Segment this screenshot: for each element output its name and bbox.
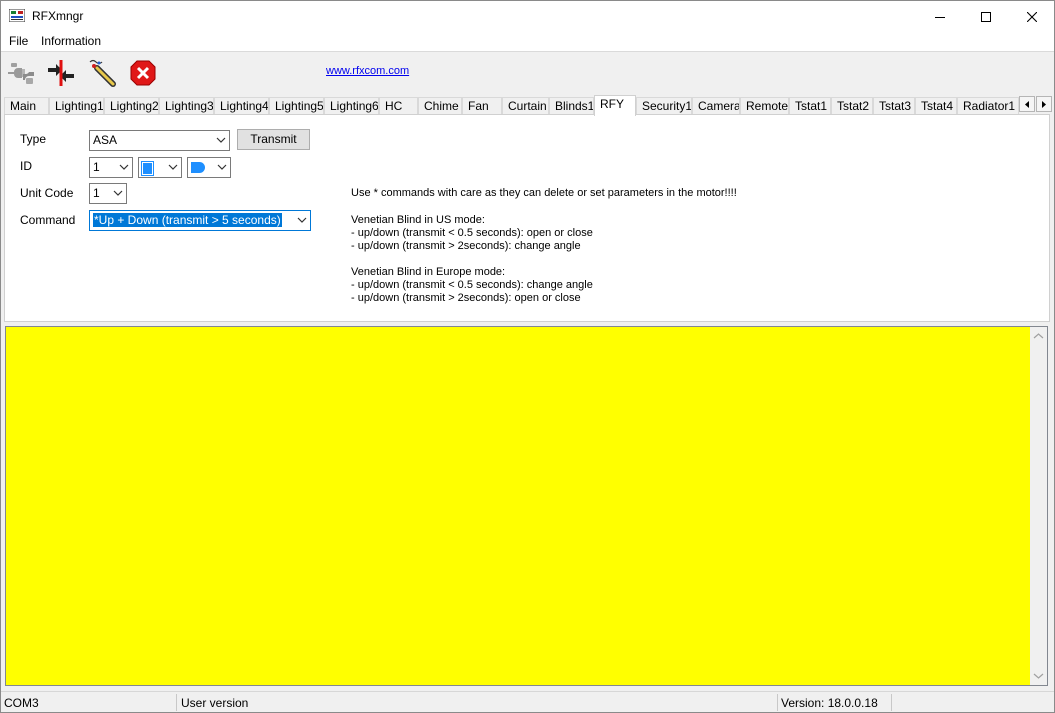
minimize-icon: [935, 16, 945, 18]
id2-select[interactable]: [138, 157, 182, 178]
toolbar: www.rfxcom.com: [1, 52, 1054, 94]
unit-code-label: Unit Code: [20, 186, 74, 200]
maximize-button[interactable]: [963, 1, 1009, 32]
stop-icon[interactable]: [128, 58, 158, 88]
rfy-tab-page: Type ASA Transmit ID 1 Unit Code 1 Comma…: [4, 114, 1050, 322]
tab-radiator1[interactable]: Radiator1: [957, 97, 1019, 115]
id-label: ID: [20, 159, 32, 173]
tab-chime[interactable]: Chime: [418, 97, 462, 115]
eu-mode-line2: - up/down (transmit > 2seconds): open or…: [351, 292, 581, 304]
tab-remote[interactable]: Remote: [740, 97, 789, 115]
menu-bar: File Information: [1, 32, 1054, 51]
tab-tstat4[interactable]: Tstat4: [915, 97, 957, 115]
disconnect-icon[interactable]: [46, 58, 76, 88]
tab-lighting1[interactable]: Lighting1: [49, 97, 104, 115]
log-textarea[interactable]: [5, 326, 1048, 686]
close-icon: [1027, 11, 1037, 22]
chevron-down-icon: [168, 164, 178, 170]
title-bar: RFXmngr: [1, 1, 1054, 32]
chevron-down-icon: [119, 164, 129, 170]
tab-lighting3[interactable]: Lighting3: [159, 97, 214, 115]
status-divider: [176, 694, 177, 711]
debug-icon[interactable]: [87, 58, 117, 88]
tab-curtain[interactable]: Curtain: [502, 97, 549, 115]
tab-tstat3[interactable]: Tstat3: [873, 97, 915, 115]
tab-fan[interactable]: Fan: [462, 97, 502, 115]
type-label: Type: [20, 132, 47, 146]
log-scrollbar[interactable]: [1030, 327, 1047, 685]
scroll-down-icon[interactable]: [1033, 670, 1044, 681]
maximize-icon: [981, 11, 991, 22]
app-icon: [9, 9, 25, 22]
command-label: Command: [20, 213, 76, 227]
id1-select[interactable]: 1: [89, 157, 133, 178]
type-select-value: ASA: [93, 133, 118, 147]
id1-select-value: 1: [93, 160, 100, 174]
eu-mode-line1: - up/down (transmit < 0.5 seconds): chan…: [351, 279, 593, 291]
status-port: COM3: [4, 696, 39, 710]
transmit-button[interactable]: Transmit: [237, 129, 310, 150]
id3-select[interactable]: [187, 157, 231, 178]
tab-lighting5[interactable]: Lighting5: [269, 97, 324, 115]
tab-camera[interactable]: Camera: [692, 97, 740, 115]
scroll-up-icon[interactable]: [1033, 331, 1044, 342]
minimize-button[interactable]: [917, 1, 963, 32]
type-select[interactable]: ASA: [89, 130, 230, 151]
tab-scroll-left-button[interactable]: [1019, 96, 1035, 112]
status-divider: [777, 694, 778, 711]
tab-scroll-right-button[interactable]: [1036, 96, 1052, 112]
command-select[interactable]: *Up + Down (transmit > 5 seconds): [89, 210, 311, 231]
id3-color-swatch: [191, 162, 205, 173]
tab-strip: Main Lighting1 Lighting2 Lighting3 Light…: [4, 95, 1054, 116]
tab-rfy[interactable]: RFY: [594, 95, 636, 116]
status-divider: [891, 694, 892, 711]
connect-icon[interactable]: [6, 58, 36, 88]
command-select-value: *Up + Down (transmit > 5 seconds): [93, 213, 282, 227]
close-button[interactable]: [1009, 1, 1054, 32]
us-mode-title: Venetian Blind in US mode:: [351, 214, 485, 226]
status-mode: User version: [181, 696, 249, 710]
tab-security1[interactable]: Security1: [636, 97, 692, 115]
tab-tstat1[interactable]: Tstat1: [789, 97, 831, 115]
window-title: RFXmngr: [32, 9, 84, 23]
tab-lighting6[interactable]: Lighting6: [324, 97, 379, 115]
chevron-down-icon: [216, 137, 226, 143]
tab-lighting4[interactable]: Lighting4: [214, 97, 269, 115]
arrow-right-icon: [1042, 100, 1046, 108]
tab-hc[interactable]: HC: [379, 97, 418, 115]
tab-blinds1[interactable]: Blinds1: [549, 97, 594, 115]
eu-mode-title: Venetian Blind in Europe mode:: [351, 266, 506, 278]
id2-color-swatch: [141, 161, 154, 176]
status-bar: COM3 User version Version: 18.0.0.18: [1, 691, 1054, 712]
rfxcom-link[interactable]: www.rfxcom.com: [326, 65, 409, 77]
chevron-down-icon: [113, 190, 123, 196]
app-window: RFXmngr File Information www.rfxcom.com …: [0, 0, 1055, 713]
status-version: Version: 18.0.0.18: [781, 696, 878, 710]
us-mode-line2: - up/down (transmit > 2seconds): change …: [351, 240, 581, 252]
arrow-left-icon: [1025, 100, 1029, 108]
tab-tstat2[interactable]: Tstat2: [831, 97, 873, 115]
chevron-down-icon: [217, 164, 227, 170]
menu-file[interactable]: File: [9, 34, 28, 48]
tab-main[interactable]: Main: [4, 97, 49, 115]
chevron-down-icon: [297, 217, 307, 223]
us-mode-line1: - up/down (transmit < 0.5 seconds): open…: [351, 227, 593, 239]
warning-text: Use * commands with care as they can del…: [351, 187, 737, 199]
tab-lighting2[interactable]: Lighting2: [104, 97, 159, 115]
unit-code-select-value: 1: [93, 186, 100, 200]
unit-code-select[interactable]: 1: [89, 183, 127, 204]
menu-information[interactable]: Information: [41, 34, 101, 48]
